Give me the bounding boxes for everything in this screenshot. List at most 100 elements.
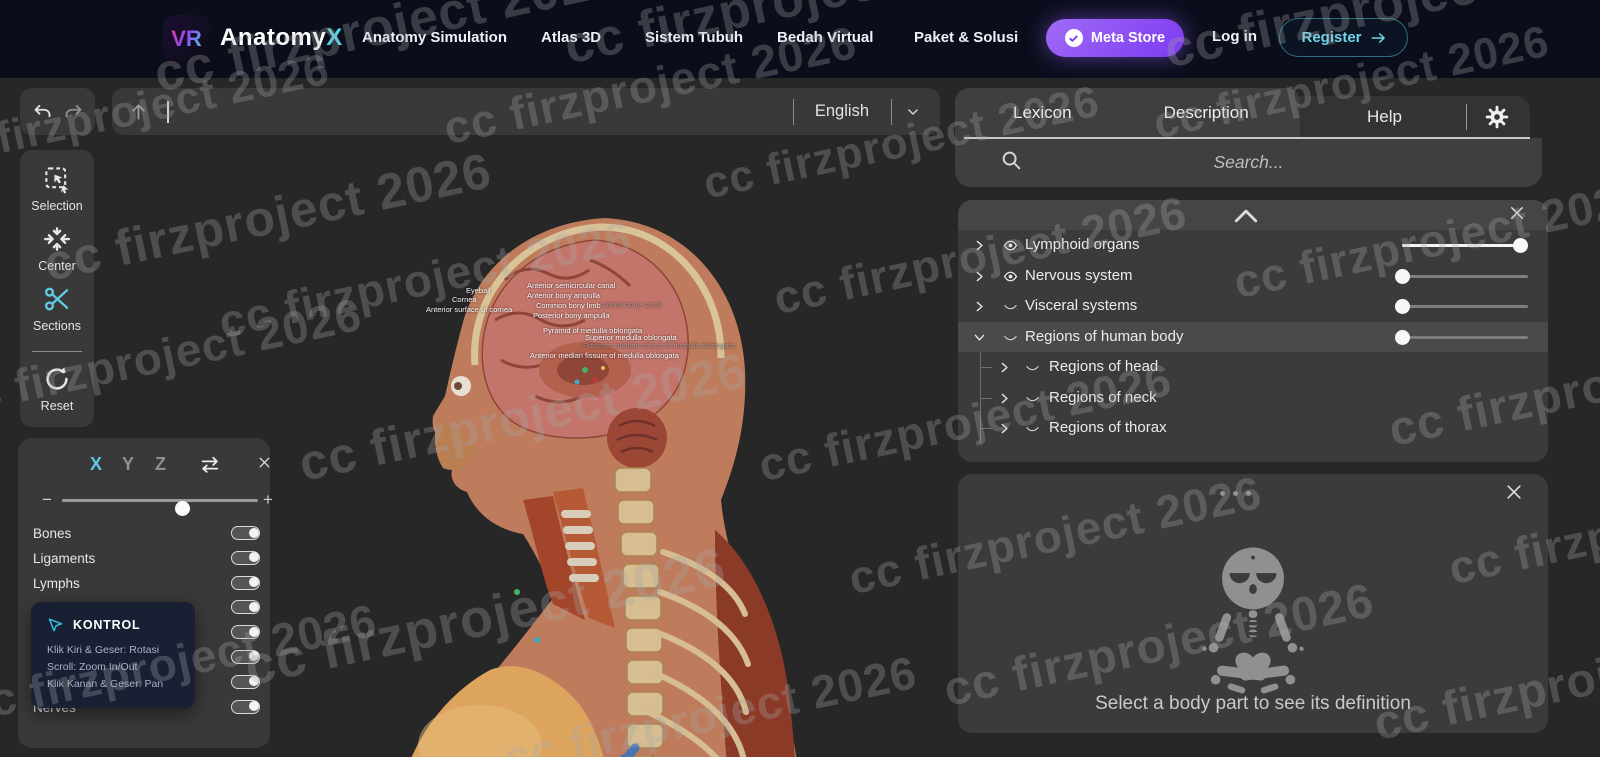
login-link[interactable]: Log in [1212,28,1257,45]
chevron-right-icon[interactable] [973,239,986,252]
chevron-right-icon[interactable] [998,392,1011,405]
chevron-right-icon[interactable] [973,300,986,313]
anatomy-label: Cornea [452,295,477,304]
tree-chevron[interactable] [973,270,986,288]
chevron-right-icon[interactable] [998,422,1011,435]
layer-toggle[interactable] [231,699,260,714]
tree-visibility[interactable] [1024,391,1041,411]
tree-item[interactable]: Lymphoid organs [958,230,1548,261]
opacity-slider[interactable] [1395,329,1528,345]
tree-child-item[interactable]: Regions of thorax [958,413,1548,444]
divider [32,351,82,352]
slider-plus[interactable]: + [263,490,273,510]
tab-underline [964,137,1530,139]
brand-logo[interactable]: VR [163,15,210,62]
tab-lexicon[interactable]: Lexicon [1013,103,1072,123]
opacity-slider-thumb[interactable] [1513,238,1528,253]
tree-child-item[interactable]: Regions of head [958,352,1548,383]
tree-child-item[interactable]: Regions of neck [958,382,1548,414]
tree-chevron[interactable] [998,422,1011,440]
opacity-slider[interactable] [1395,268,1528,284]
drag-handle-dots[interactable] [1220,491,1251,496]
opacity-slider[interactable] [1395,299,1528,314]
tree-chevron[interactable] [998,361,1011,379]
gear-icon[interactable] [1484,104,1510,135]
language-chevron-down-icon[interactable] [904,105,922,119]
eye-hidden-icon[interactable] [1002,330,1019,345]
chevron-right-icon[interactable] [998,361,1011,374]
nav-item[interactable]: Sistem Tubuh [645,29,743,46]
tree-chevron[interactable] [973,239,986,257]
divider [1466,104,1467,130]
layer-toggle[interactable] [231,550,260,565]
axis-x-button[interactable]: X [90,454,102,475]
eye-hidden-icon[interactable] [1024,421,1041,436]
left-tools-panel: Selection Center Sections Reset [20,150,94,427]
opacity-slider-thumb[interactable] [1395,268,1410,284]
tree-visibility[interactable] [1002,299,1019,319]
tree-visibility[interactable] [1024,360,1041,380]
chevron-down-icon[interactable] [973,331,986,344]
meta-store-button[interactable]: Meta Store [1046,19,1184,57]
nav-item[interactable]: Bedah Virtual [777,29,873,46]
register-button[interactable]: Register [1279,18,1408,57]
tool-label: Center [38,259,76,273]
eye-hidden-icon[interactable] [1024,360,1041,375]
layer-toggle[interactable] [231,649,260,664]
nav-item[interactable]: Anatomy Simulation [362,29,507,46]
tree-chevron[interactable] [973,331,986,349]
close-icon[interactable] [1504,482,1524,507]
slider-minus[interactable]: − [42,490,52,510]
tree-item[interactable]: Nervous system [958,261,1548,292]
center-tool-button[interactable]: Center [38,224,76,273]
tree-visibility[interactable] [1002,330,1019,350]
lexicon-search-bar[interactable]: Search... [955,138,1542,187]
tree-item[interactable]: Visceral systems [958,291,1548,322]
tree-item[interactable]: Regions of human body [958,321,1548,352]
anatomy-label: Anterior surface of cornea [426,305,513,314]
close-icon[interactable] [258,456,271,474]
tab-help[interactable]: Help [1367,107,1402,127]
tree-item-label: Regions of neck [1049,388,1157,406]
tree-chevron[interactable] [998,392,1011,410]
layer-toggle[interactable] [231,625,260,640]
layer-toggle[interactable] [231,600,260,615]
opacity-slider-thumb[interactable] [1395,299,1410,314]
opacity-slider[interactable] [1402,238,1528,253]
layer-toggle[interactable] [231,526,260,540]
axis-y-button[interactable]: Y [122,454,134,475]
arrow-up-icon[interactable] [128,101,149,122]
language-selector[interactable]: English [815,102,869,121]
opacity-slider-thumb[interactable] [1395,329,1410,345]
nav-item[interactable]: Paket & Solusi [914,29,1018,46]
close-icon[interactable] [1508,204,1526,227]
cursor-icon [48,618,63,632]
tab-description[interactable]: Description [1164,103,1249,123]
layer-toggle[interactable] [231,575,260,590]
eye-hidden-icon[interactable] [1024,391,1041,406]
redo-button[interactable] [63,101,84,122]
eye-visible-icon[interactable] [1002,238,1019,253]
selection-tool-button[interactable]: Selection [31,164,83,213]
nav-item[interactable]: Atlas 3D [541,29,601,46]
tree-visibility[interactable] [1002,238,1019,258]
undo-button[interactable] [32,101,53,122]
tree-visibility[interactable] [1002,269,1019,289]
layer-toggle[interactable] [231,674,260,689]
definition-panel: Select a body part to see its definition [958,474,1548,733]
chevron-right-icon[interactable] [973,270,986,283]
slider-thumb[interactable] [175,501,190,516]
tree-chevron[interactable] [973,300,986,318]
sections-tool-button[interactable]: Sections [33,284,81,333]
swap-icon[interactable] [198,454,222,481]
eye-visible-icon[interactable] [1002,269,1019,284]
slider-track[interactable] [62,499,258,516]
collapse-chevron-up-icon[interactable] [1233,207,1259,229]
axis-z-button[interactable]: Z [155,454,166,475]
toolbar-text-input[interactable] [169,88,793,135]
reset-tool-button[interactable]: Reset [41,364,73,413]
tree-visibility[interactable] [1024,421,1041,441]
brand-name[interactable]: AnatomyX [220,24,343,52]
anatomy-model[interactable] [285,200,985,757]
eye-hidden-icon[interactable] [1002,299,1019,314]
